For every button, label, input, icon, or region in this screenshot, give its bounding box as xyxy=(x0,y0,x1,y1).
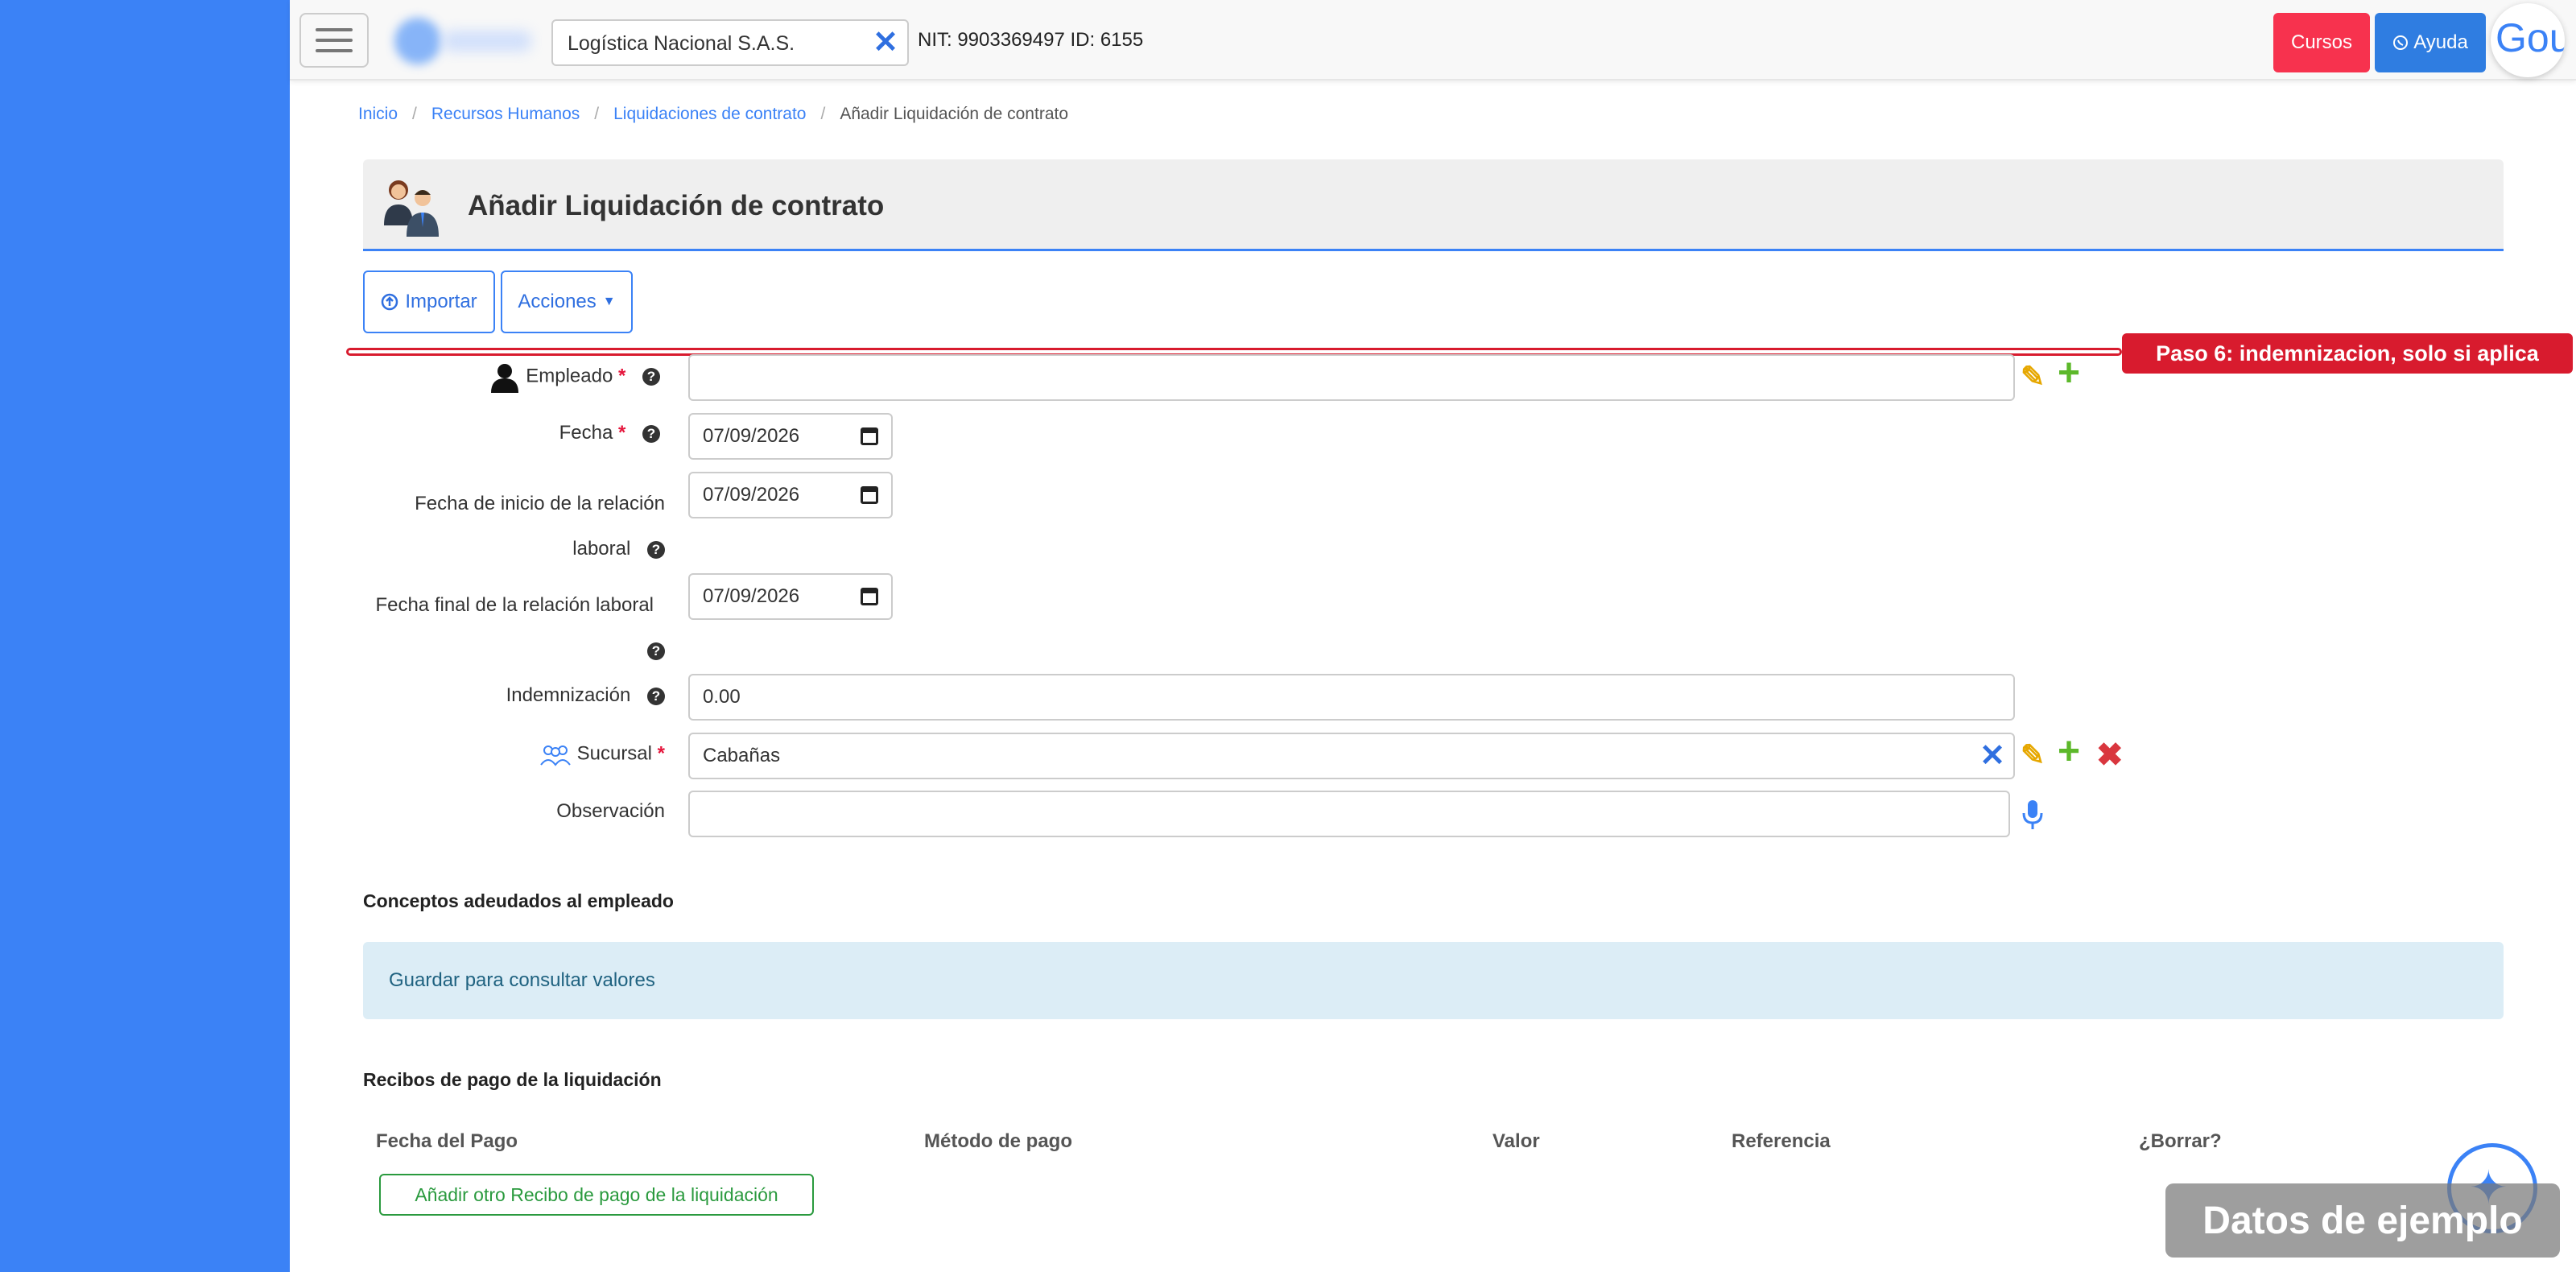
group-people-icon xyxy=(540,745,571,766)
fecha-label: Fecha * ? xyxy=(362,422,660,444)
help-icon[interactable]: ? xyxy=(647,687,665,705)
breadcrumb: Inicio / Recursos Humanos / Liquidacione… xyxy=(358,105,1069,124)
clear-sucursal-icon[interactable]: ✕ xyxy=(1979,741,2005,771)
calendar-icon xyxy=(861,588,878,605)
indemnizacion-label: Indemnización ? xyxy=(362,684,665,707)
empleado-label: Empleado * ? xyxy=(362,361,660,393)
company-nit-id: NIT: 9903369497 ID: 6155 xyxy=(918,29,1144,51)
caret-down-icon: ▼ xyxy=(602,295,616,308)
import-button[interactable]: Importar xyxy=(363,271,495,333)
breadcrumb-inicio[interactable]: Inicio xyxy=(358,105,398,124)
fecha-date-input[interactable]: 07/09/2026 xyxy=(688,413,893,460)
add-sucursal-plus-icon[interactable]: + xyxy=(2058,733,2080,771)
app-logo[interactable] xyxy=(394,18,547,64)
help-icon[interactable]: ? xyxy=(647,642,665,660)
fecha-inicio-date-input[interactable]: 07/09/2026 xyxy=(688,472,893,518)
column-header-borrar: ¿Borrar? xyxy=(2139,1130,2222,1152)
conceptos-section-title: Conceptos adeudados al empleado xyxy=(363,890,674,911)
upload-circle-icon xyxy=(382,293,398,311)
recibos-section-title: Recibos de pago de la liquidación xyxy=(363,1069,662,1090)
step-hint-badge: Paso 6: indemnizacion, solo si aplica xyxy=(2122,333,2573,374)
remove-sucursal-icon[interactable]: ✖ xyxy=(2096,739,2124,771)
calendar-icon xyxy=(861,486,878,504)
page-title: Añadir Liquidación de contrato xyxy=(468,190,885,221)
whatsapp-icon xyxy=(2393,35,2409,50)
column-header-fecha-pago: Fecha del Pago xyxy=(376,1130,518,1152)
help-icon[interactable]: ? xyxy=(647,540,665,559)
column-header-referencia: Referencia xyxy=(1732,1130,1831,1152)
column-header-valor: Valor xyxy=(1492,1130,1540,1152)
empleado-input[interactable] xyxy=(688,354,2015,401)
menu-toggle-button[interactable] xyxy=(299,13,369,68)
microphone-icon[interactable] xyxy=(2021,799,2045,831)
sample-data-watermark: Datos de ejemplo xyxy=(2165,1183,2560,1258)
fecha-final-date-input[interactable]: 07/09/2026 xyxy=(688,573,893,620)
page-header: Añadir Liquidación de contrato xyxy=(363,159,2504,251)
sidebar xyxy=(0,0,290,1272)
breadcrumb-recursos-humanos[interactable]: Recursos Humanos xyxy=(431,105,580,124)
ayuda-button[interactable]: Ayuda xyxy=(2375,13,2486,72)
conceptos-info-alert: Guardar para consultar valores xyxy=(363,942,2504,1019)
hamburger-icon xyxy=(316,28,353,31)
user-avatar[interactable]: Gou xyxy=(2491,3,2565,77)
add-recibo-button[interactable]: Añadir otro Recibo de pago de la liquida… xyxy=(379,1174,814,1216)
breadcrumb-current: Añadir Liquidación de contrato xyxy=(840,105,1069,123)
sucursal-select[interactable]: Cabañas ✕ xyxy=(688,733,2015,779)
help-icon[interactable]: ? xyxy=(642,424,660,443)
company-selector[interactable]: Logística Nacional S.A.S. ✕ xyxy=(551,19,909,66)
column-header-metodo-pago: Método de pago xyxy=(924,1130,1072,1152)
calendar-icon xyxy=(861,427,878,445)
add-empleado-plus-icon[interactable]: + xyxy=(2058,354,2080,393)
observacion-label: Observación xyxy=(556,800,665,822)
edit-sucursal-pencil-icon[interactable]: ✎ xyxy=(2021,739,2045,771)
indemnizacion-input[interactable]: 0.00 xyxy=(688,674,2015,721)
breadcrumb-liquidaciones[interactable]: Liquidaciones de contrato xyxy=(613,105,806,124)
observacion-input[interactable] xyxy=(688,791,2010,837)
acciones-dropdown-button[interactable]: Acciones ▼ xyxy=(501,271,633,333)
fecha-inicio-label: Fecha de inicio de la relación laboral ? xyxy=(415,493,665,560)
employees-icon xyxy=(384,180,439,237)
company-name: Logística Nacional S.A.S. xyxy=(568,32,795,55)
fecha-final-label: Fecha final de la relación laboral ? xyxy=(362,583,665,673)
edit-empleado-pencil-icon[interactable]: ✎ xyxy=(2021,361,2045,393)
top-navbar: Logística Nacional S.A.S. ✕ NIT: 9903369… xyxy=(290,0,2576,81)
clear-company-icon[interactable]: ✕ xyxy=(870,27,901,58)
user-icon xyxy=(490,364,518,393)
help-icon[interactable]: ? xyxy=(642,368,660,386)
sucursal-label: Sucursal * xyxy=(362,742,665,766)
cursos-button[interactable]: Cursos xyxy=(2273,13,2370,72)
